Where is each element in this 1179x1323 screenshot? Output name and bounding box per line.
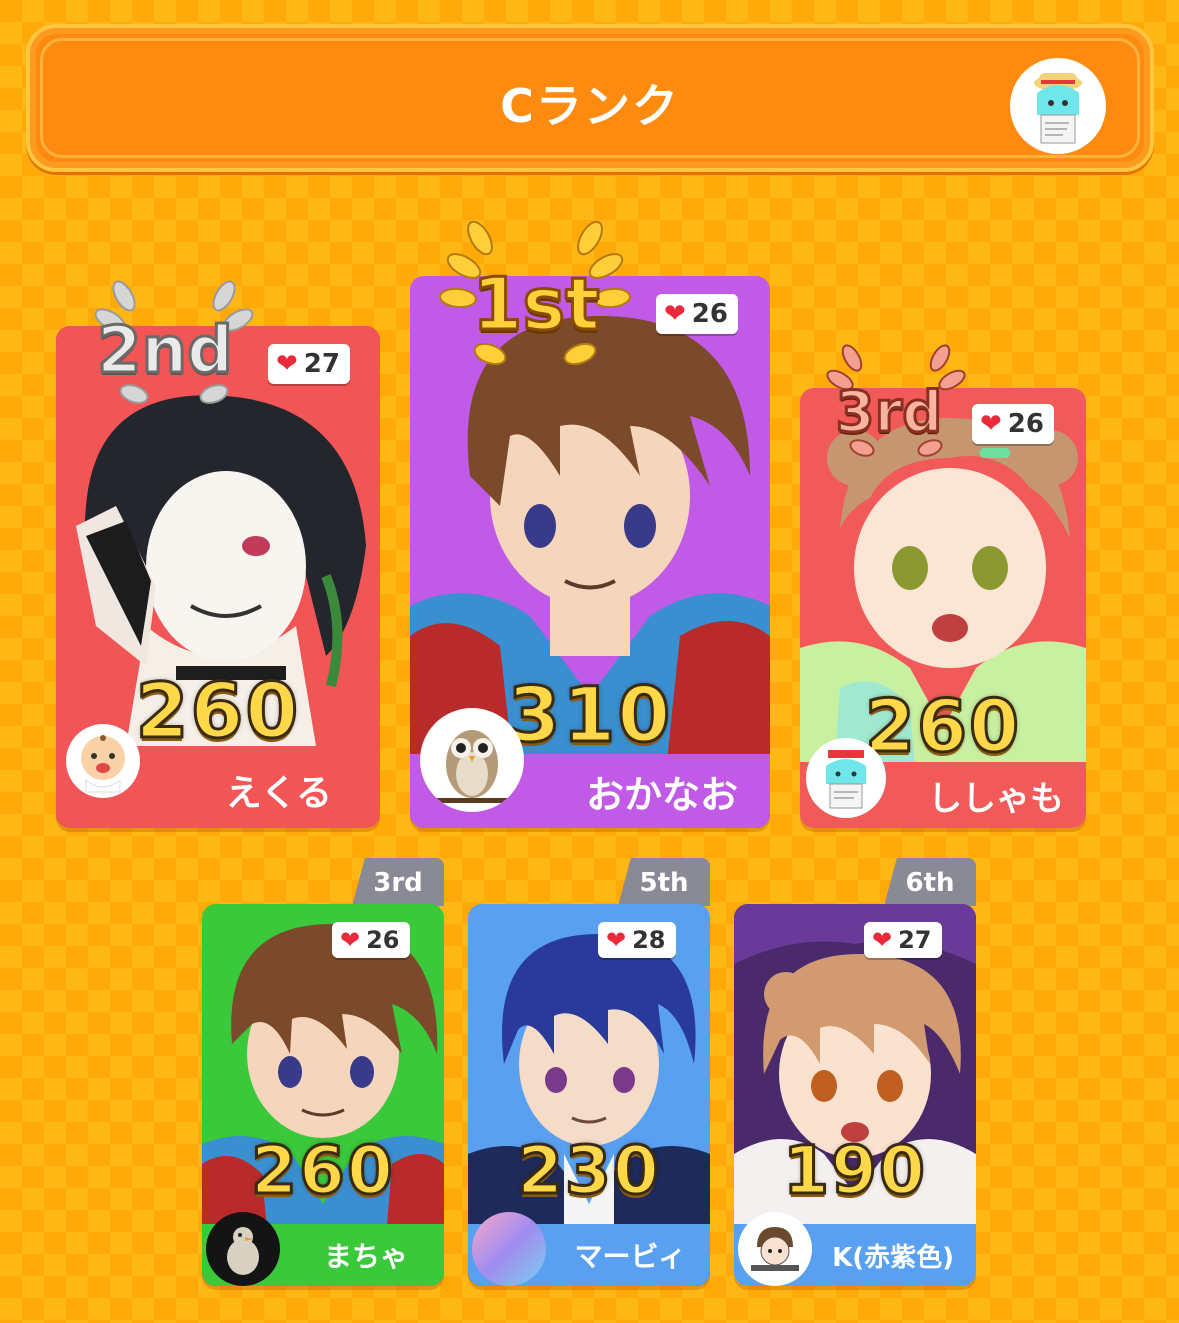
player-name: まちゃ bbox=[323, 1240, 408, 1273]
heart-icon: ❤ bbox=[276, 349, 298, 379]
player-name: おかなお bbox=[585, 772, 738, 817]
score-value: 190 bbox=[782, 1131, 927, 1211]
gradient-avatar-icon[interactable] bbox=[472, 1212, 546, 1286]
rank-label: 3rd bbox=[373, 868, 423, 898]
rank-tab: 3rd bbox=[352, 858, 444, 906]
player-name: マービィ bbox=[574, 1240, 686, 1273]
place-badge: 3rd bbox=[834, 379, 944, 447]
likes-count: 26 bbox=[1007, 409, 1044, 439]
player-name: K(赤紫色) bbox=[832, 1242, 954, 1273]
likes-count: 27 bbox=[898, 926, 932, 954]
likes-count: 26 bbox=[691, 299, 728, 329]
likes-badge: ❤ 26 bbox=[332, 922, 410, 958]
baby-face-icon[interactable] bbox=[66, 724, 140, 798]
likes-badge: ❤ 27 bbox=[864, 922, 942, 958]
rank-tab: 6th bbox=[884, 858, 976, 906]
character-sketch-icon[interactable] bbox=[806, 738, 886, 818]
likes-count: 26 bbox=[366, 926, 400, 954]
player-name: えくる bbox=[225, 773, 332, 814]
score-value: 260 bbox=[250, 1131, 395, 1211]
doodle-face-icon[interactable] bbox=[738, 1212, 812, 1286]
likes-badge: ❤ 28 bbox=[598, 922, 676, 958]
rank-label: 5th bbox=[639, 868, 689, 898]
heart-icon: ❤ bbox=[980, 409, 1002, 439]
penguin-icon[interactable] bbox=[206, 1212, 280, 1286]
likes-badge: ❤ 27 bbox=[268, 344, 350, 384]
rank-label: 6th bbox=[905, 868, 955, 898]
rank-header: Cランク bbox=[26, 24, 1154, 172]
place-badge: 1st bbox=[471, 261, 601, 348]
likes-badge: ❤ 26 bbox=[656, 294, 738, 334]
likes-badge: ❤ 26 bbox=[972, 404, 1054, 444]
player-name: ししゃも bbox=[928, 778, 1064, 819]
likes-count: 28 bbox=[632, 926, 666, 954]
user-avatar-icon[interactable] bbox=[1010, 58, 1106, 154]
ranking-card-machya[interactable]: まちゃ 260 bbox=[202, 904, 444, 1286]
rank-tab: 5th bbox=[618, 858, 710, 906]
likes-count: 27 bbox=[303, 349, 340, 379]
page-title: Cランク bbox=[500, 79, 680, 133]
ranking-card-marbi[interactable]: マービィ 230 bbox=[468, 904, 710, 1286]
score-value: 230 bbox=[516, 1131, 661, 1211]
heart-icon: ❤ bbox=[340, 926, 361, 954]
heart-icon: ❤ bbox=[872, 926, 893, 954]
heart-icon: ❤ bbox=[606, 926, 627, 954]
owl-icon[interactable] bbox=[420, 708, 524, 812]
heart-icon: ❤ bbox=[664, 299, 686, 329]
place-badge: 2nd bbox=[96, 313, 235, 390]
ranking-card-k[interactable]: K(赤紫色) 190 bbox=[734, 904, 976, 1286]
